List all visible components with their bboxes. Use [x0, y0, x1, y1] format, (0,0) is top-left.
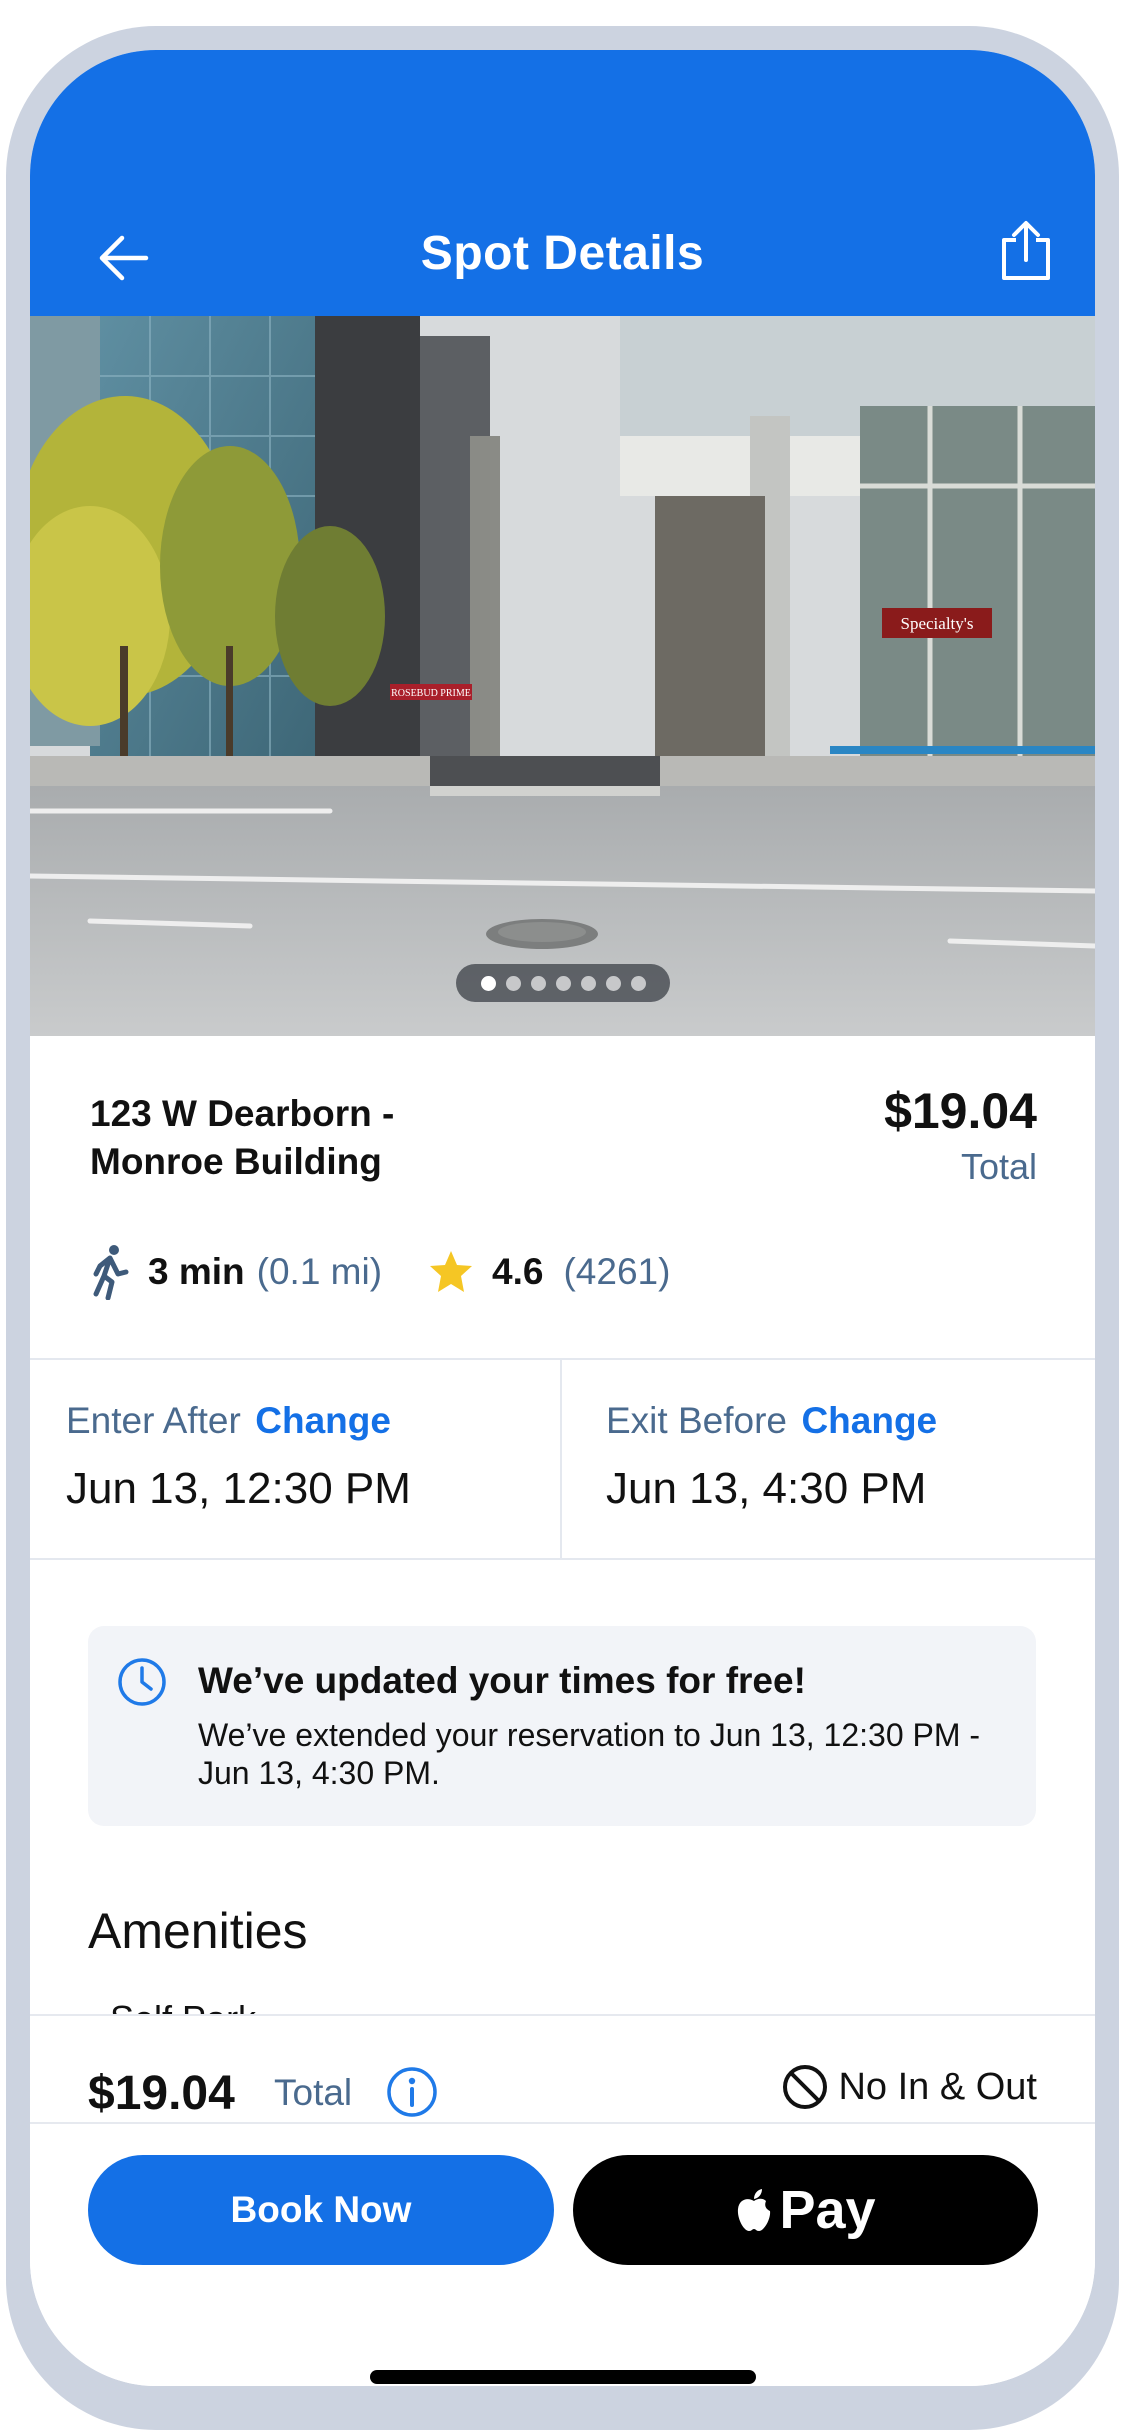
- walk-distance: (0.1 mi): [256, 1251, 383, 1292]
- walk-time: 3 min: [148, 1251, 245, 1292]
- book-now-button[interactable]: Book Now: [88, 2155, 554, 2265]
- prohibited-icon: [783, 2065, 828, 2109]
- bottom-bar: $19.04 Total No In & Out Book Now Pay: [30, 2014, 1095, 2386]
- enter-change-link[interactable]: Change: [255, 1400, 391, 1441]
- amenities-heading: Amenities: [88, 1903, 308, 1959]
- spot-photo[interactable]: Specialty's ROSEBUD PRIME: [30, 316, 1095, 1036]
- page-dot-7[interactable]: [630, 975, 646, 991]
- enter-after-label: Enter After: [66, 1400, 241, 1441]
- apple-logo-icon: [738, 2189, 771, 2231]
- specialtys-sign-text: Specialty's: [901, 614, 974, 633]
- apple-pay-label: Pay: [779, 2180, 876, 2240]
- spot-price-label: Total: [960, 1146, 1037, 1187]
- page-dot-2[interactable]: [505, 975, 521, 991]
- updated-times-notice: We’ve updated your times for free! We’ve…: [88, 1626, 1036, 1826]
- share-icon[interactable]: [996, 218, 1056, 284]
- home-indicator[interactable]: [370, 2370, 756, 2384]
- notice-title: We’ve updated your times for free!: [198, 1660, 806, 1701]
- exit-before-section: Exit Before Change Jun 13, 4:30 PM: [606, 1400, 937, 1514]
- rosebud-sign-text: ROSEBUD PRIME: [391, 688, 471, 699]
- star-icon: [430, 1251, 473, 1292]
- page-title: Spot Details: [420, 227, 705, 280]
- exit-before-value: Jun 13, 4:30 PM: [606, 1464, 927, 1513]
- clock-icon: [118, 1658, 166, 1706]
- apple-pay-button[interactable]: Pay: [573, 2155, 1038, 2265]
- notice-body: We’ve extended your reservation to Jun 1…: [198, 1717, 981, 1791]
- no-in-out-restriction: No In & Out: [782, 2064, 1037, 2110]
- divider: [30, 1558, 1095, 1560]
- info-icon[interactable]: [386, 2066, 438, 2118]
- rating-value: 4.6: [492, 1251, 544, 1292]
- page-dot-4[interactable]: [555, 975, 571, 991]
- total-price: $19.04: [88, 2067, 235, 2120]
- exit-change-link[interactable]: Change: [801, 1400, 937, 1441]
- spot-price: $19.04: [884, 1083, 1037, 1139]
- no-in-out-label: No In & Out: [838, 2065, 1037, 2108]
- gallery-page-indicator[interactable]: [456, 964, 670, 1002]
- review-count[interactable]: (4261): [563, 1251, 670, 1293]
- total-label: Total: [274, 2072, 353, 2113]
- street-photo-illustration: Specialty's ROSEBUD PRIME: [30, 316, 1095, 1036]
- enter-after-value: Jun 13, 12:30 PM: [66, 1464, 411, 1513]
- spot-name: 123 W Dearborn - Monroe Building: [90, 1093, 395, 1182]
- page-dot-3[interactable]: [530, 975, 546, 991]
- header-bar: Spot Details: [30, 50, 1095, 316]
- page-dot-5[interactable]: [580, 975, 596, 991]
- divider: [30, 2122, 1095, 2124]
- page-dot-1[interactable]: [480, 975, 496, 991]
- walking-person-icon: [93, 1245, 129, 1300]
- page-dot-6[interactable]: [605, 975, 621, 991]
- exit-before-label: Exit Before: [606, 1400, 787, 1441]
- spot-meta: 3 min (0.1 mi) 4.6 (4261): [90, 1242, 670, 1302]
- divider: [560, 1360, 562, 1560]
- app-screen: Spot Details Specialty's ROSEBUD PRIME 1…: [30, 50, 1095, 2386]
- enter-after-section: Enter After Change Jun 13, 12:30 PM: [66, 1400, 411, 1514]
- divider: [30, 1358, 1095, 1360]
